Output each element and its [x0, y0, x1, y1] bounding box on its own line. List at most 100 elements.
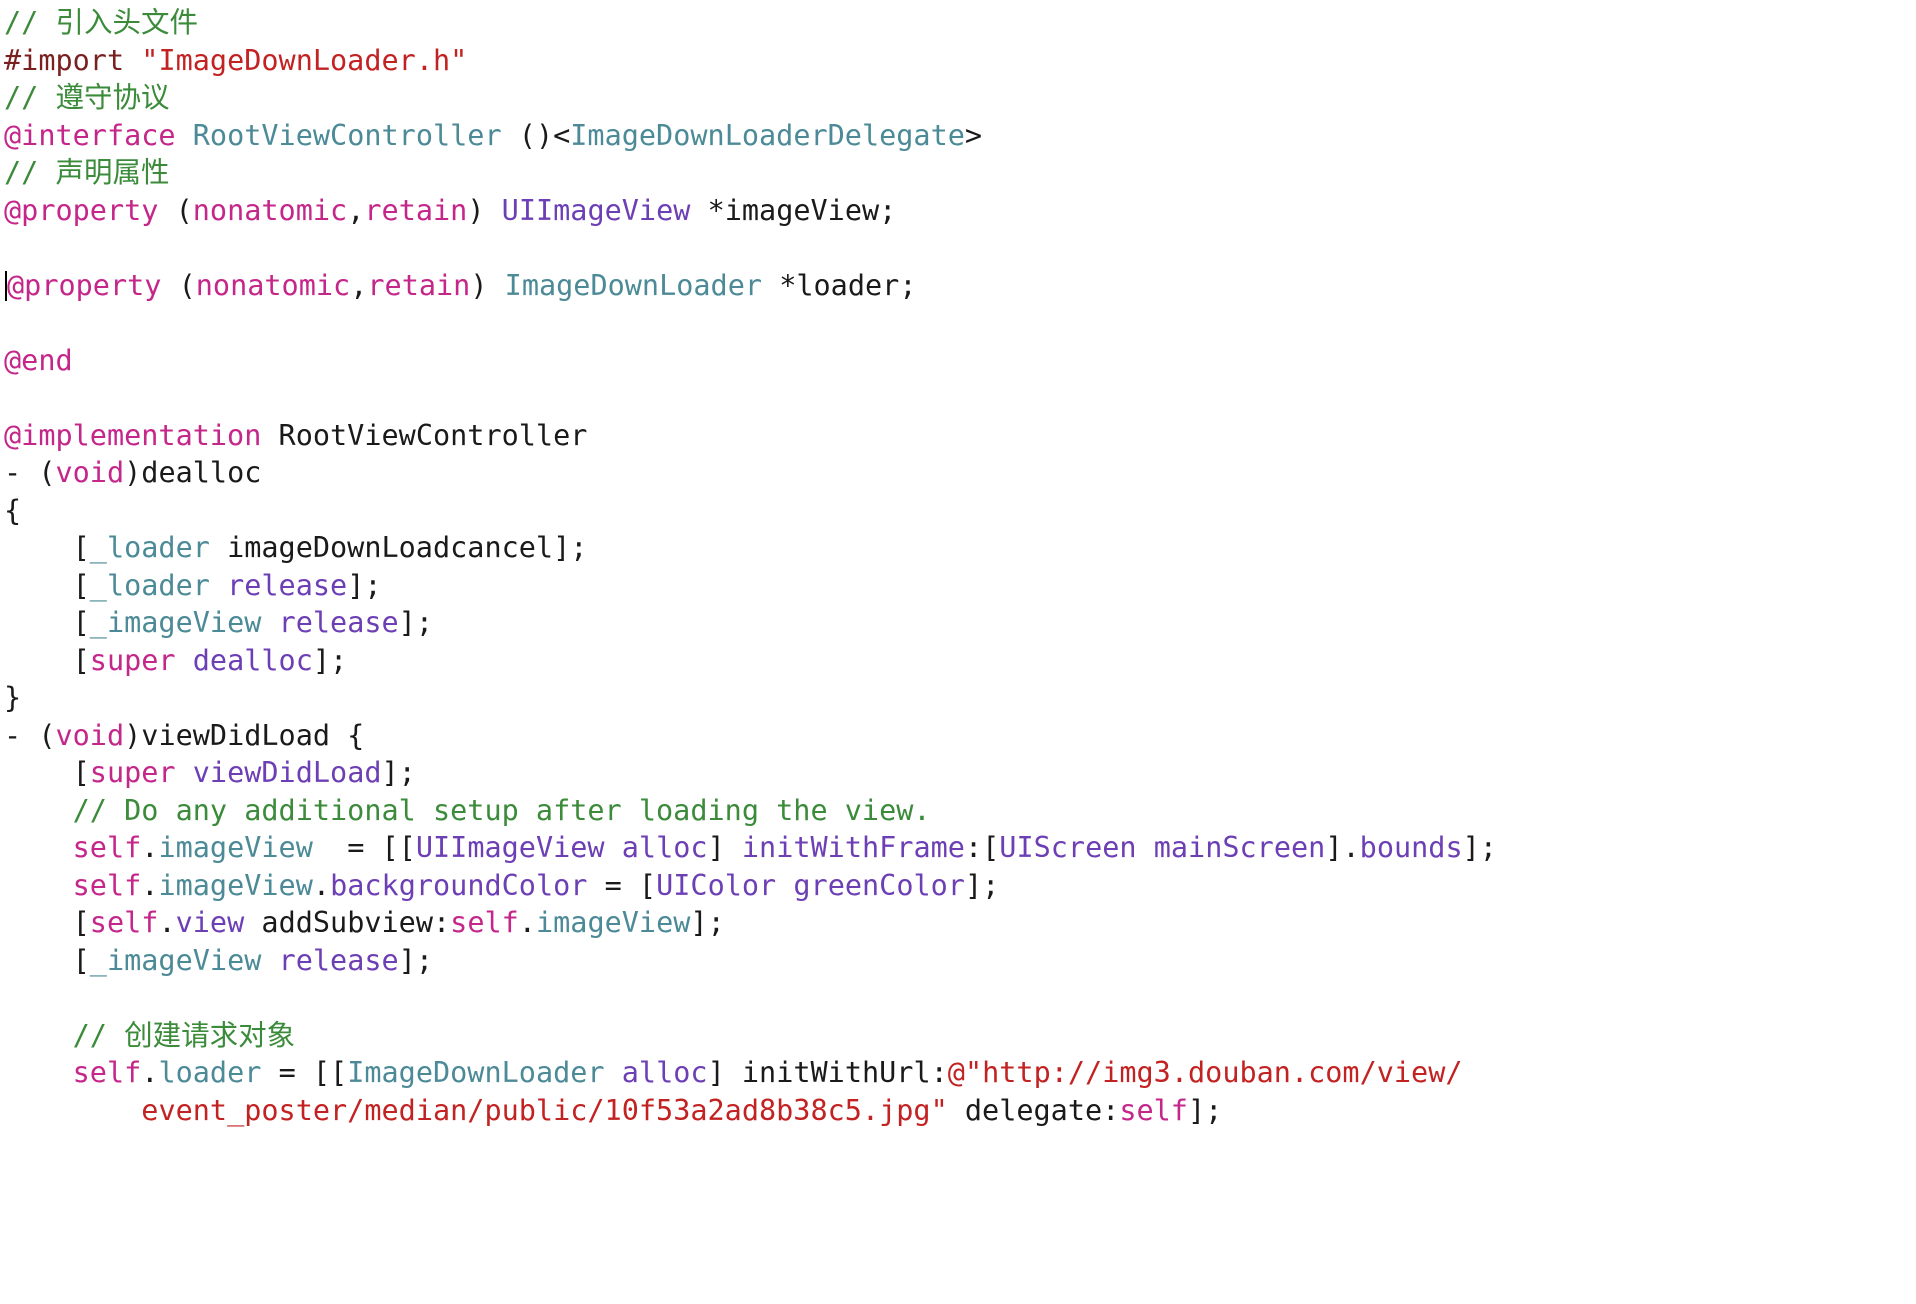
code-token-pln: )	[467, 193, 502, 227]
code-token-usr: ImageDownLoader	[347, 1056, 605, 1089]
code-token-pln: ];	[1462, 831, 1497, 864]
code-line[interactable]: }	[4, 679, 1916, 717]
code-token-kw: void	[55, 456, 125, 489]
code-token-pln: ];	[964, 868, 1000, 902]
code-token-sys: viewDidLoad	[192, 756, 382, 789]
code-line[interactable]: ​	[4, 229, 1916, 267]
code-token-pln: = [[	[312, 831, 416, 864]
code-line[interactable]: @property (nonatomic,retain) UIImageView…	[4, 192, 1916, 230]
code-line[interactable]: // 创建请求对象	[4, 1017, 1916, 1055]
code-line[interactable]: ​	[4, 304, 1916, 342]
code-token-pln: (	[158, 193, 193, 227]
code-token-pln: [	[4, 906, 90, 939]
code-token-pln: [	[4, 568, 90, 602]
code-token-usr: imageView	[535, 906, 691, 939]
code-line[interactable]: #import "ImageDownLoader.h"	[4, 42, 1916, 80]
code-token-pln	[176, 756, 193, 789]
code-token-sys: UIScreen	[999, 831, 1137, 864]
code-line[interactable]: @property (nonatomic,retain) ImageDownLo…	[4, 267, 1916, 305]
code-line[interactable]: [super viewDidLoad];	[4, 754, 1916, 792]
code-line[interactable]: self.imageView.backgroundColor = [UIColo…	[4, 867, 1916, 905]
code-token-kw: @implementation	[4, 418, 262, 452]
code-token-usr: RootViewController	[192, 118, 502, 152]
code-token-pln	[210, 569, 227, 602]
code-line[interactable]: [self.view addSubview:self.imageView];	[4, 904, 1916, 942]
code-line[interactable]: @end	[4, 342, 1916, 380]
code-token-kw: @property	[4, 193, 159, 227]
code-line[interactable]: // Do any additional setup after loading…	[4, 792, 1916, 830]
code-line[interactable]: self.imageView = [[UIImageView alloc] in…	[4, 829, 1916, 867]
code-token-pln: ];	[398, 606, 433, 639]
code-token-pln	[4, 869, 73, 902]
code-token-kw: self	[450, 906, 519, 939]
code-token-pln: ,	[347, 193, 365, 227]
code-token-pln: = [	[587, 868, 657, 902]
code-token-sys: dealloc	[192, 643, 313, 677]
code-token-usr: _imageView	[89, 943, 262, 977]
code-token-kw: self	[72, 831, 142, 864]
code-token-pln	[4, 1019, 73, 1052]
code-token-pln: .	[141, 831, 159, 864]
code-token-kw: retain	[367, 268, 471, 302]
code-token-pln: delegate:	[947, 1093, 1120, 1127]
code-token-usr: _loader	[89, 568, 210, 602]
code-token-kw: self	[1119, 1093, 1188, 1127]
code-line[interactable]: ​	[4, 379, 1916, 417]
code-token-sys: view	[175, 906, 245, 939]
code-token-pln: ()<	[501, 118, 571, 152]
code-token-pln: imageDownLoadcancel];	[209, 531, 588, 564]
code-line[interactable]: - (void)dealloc	[4, 454, 1916, 492]
code-line[interactable]: [super dealloc];	[4, 642, 1916, 680]
code-token-pln: ].	[1325, 831, 1360, 864]
code-token-kw: void	[55, 718, 125, 752]
code-token-pln: .	[141, 868, 159, 902]
code-token-sys: bounds	[1359, 831, 1463, 864]
code-editor[interactable]: // 引入头文件 #import "ImageDownLoader.h"// 遵守…	[0, 0, 1916, 1304]
code-line[interactable]: // 引入头文件	[4, 4, 1916, 42]
code-token-pln: }	[4, 681, 22, 714]
code-token-pln: ]	[707, 831, 742, 864]
code-token-sys: UIImageView	[501, 193, 691, 227]
code-line[interactable]: {	[4, 492, 1916, 530]
code-token-sys: UIColor	[656, 868, 777, 902]
code-line[interactable]: // 遵守协议	[4, 79, 1916, 117]
code-token-pln: )	[470, 268, 505, 302]
code-line[interactable]: [_loader release];	[4, 567, 1916, 605]
code-token-pln	[605, 1056, 622, 1089]
code-token-usr: loader	[158, 1056, 262, 1089]
code-token-pln: [	[4, 606, 90, 639]
code-token-pln	[776, 869, 793, 902]
code-token-pln	[261, 606, 278, 639]
code-token-usr: _loader	[89, 531, 210, 564]
code-line[interactable]: event_poster/median/public/10f53a2ad8b38…	[4, 1092, 1916, 1130]
code-token-str: event_poster/median/public/10f53a2ad8b38…	[141, 1093, 948, 1127]
code-token-pln: ] initWithUrl:	[707, 1056, 948, 1089]
code-line[interactable]: ​	[4, 979, 1916, 1017]
code-line[interactable]: [_imageView release];	[4, 604, 1916, 642]
code-line[interactable]: @implementation RootViewController	[4, 417, 1916, 455]
code-token-sys: release	[227, 568, 348, 602]
code-line[interactable]: @interface RootViewController ()<ImageDo…	[4, 117, 1916, 155]
code-token-pln	[261, 944, 278, 977]
code-token-pln: ];	[312, 643, 348, 677]
code-token-pln: [	[4, 531, 90, 564]
code-token-pln: [	[4, 756, 90, 789]
code-token-usr: _imageView	[89, 606, 262, 639]
code-token-pln	[4, 1094, 141, 1127]
code-token-sys: greenColor	[793, 868, 965, 902]
code-token-pln: [	[4, 943, 90, 977]
code-token-pln: ];	[1187, 1093, 1223, 1127]
code-line[interactable]: [_loader imageDownLoadcancel];	[4, 529, 1916, 567]
code-token-pln	[176, 644, 193, 677]
code-line[interactable]: [_imageView release];	[4, 942, 1916, 980]
code-token-sys: mainScreen	[1153, 831, 1326, 864]
code-token-cmt: // 遵守协议	[4, 81, 170, 114]
code-token-pln: )dealloc	[124, 456, 262, 489]
code-line[interactable]: - (void)viewDidLoad {	[4, 717, 1916, 755]
code-token-pln: .	[518, 906, 536, 939]
code-line[interactable]: self.loader = [[ImageDownLoader alloc] i…	[4, 1054, 1916, 1092]
code-line[interactable]: // 声明属性	[4, 154, 1916, 192]
code-content[interactable]: // 引入头文件 #import "ImageDownLoader.h"// 遵守…	[0, 0, 1916, 1129]
code-token-kw: self	[72, 1056, 142, 1089]
code-token-pln: {	[4, 493, 22, 527]
